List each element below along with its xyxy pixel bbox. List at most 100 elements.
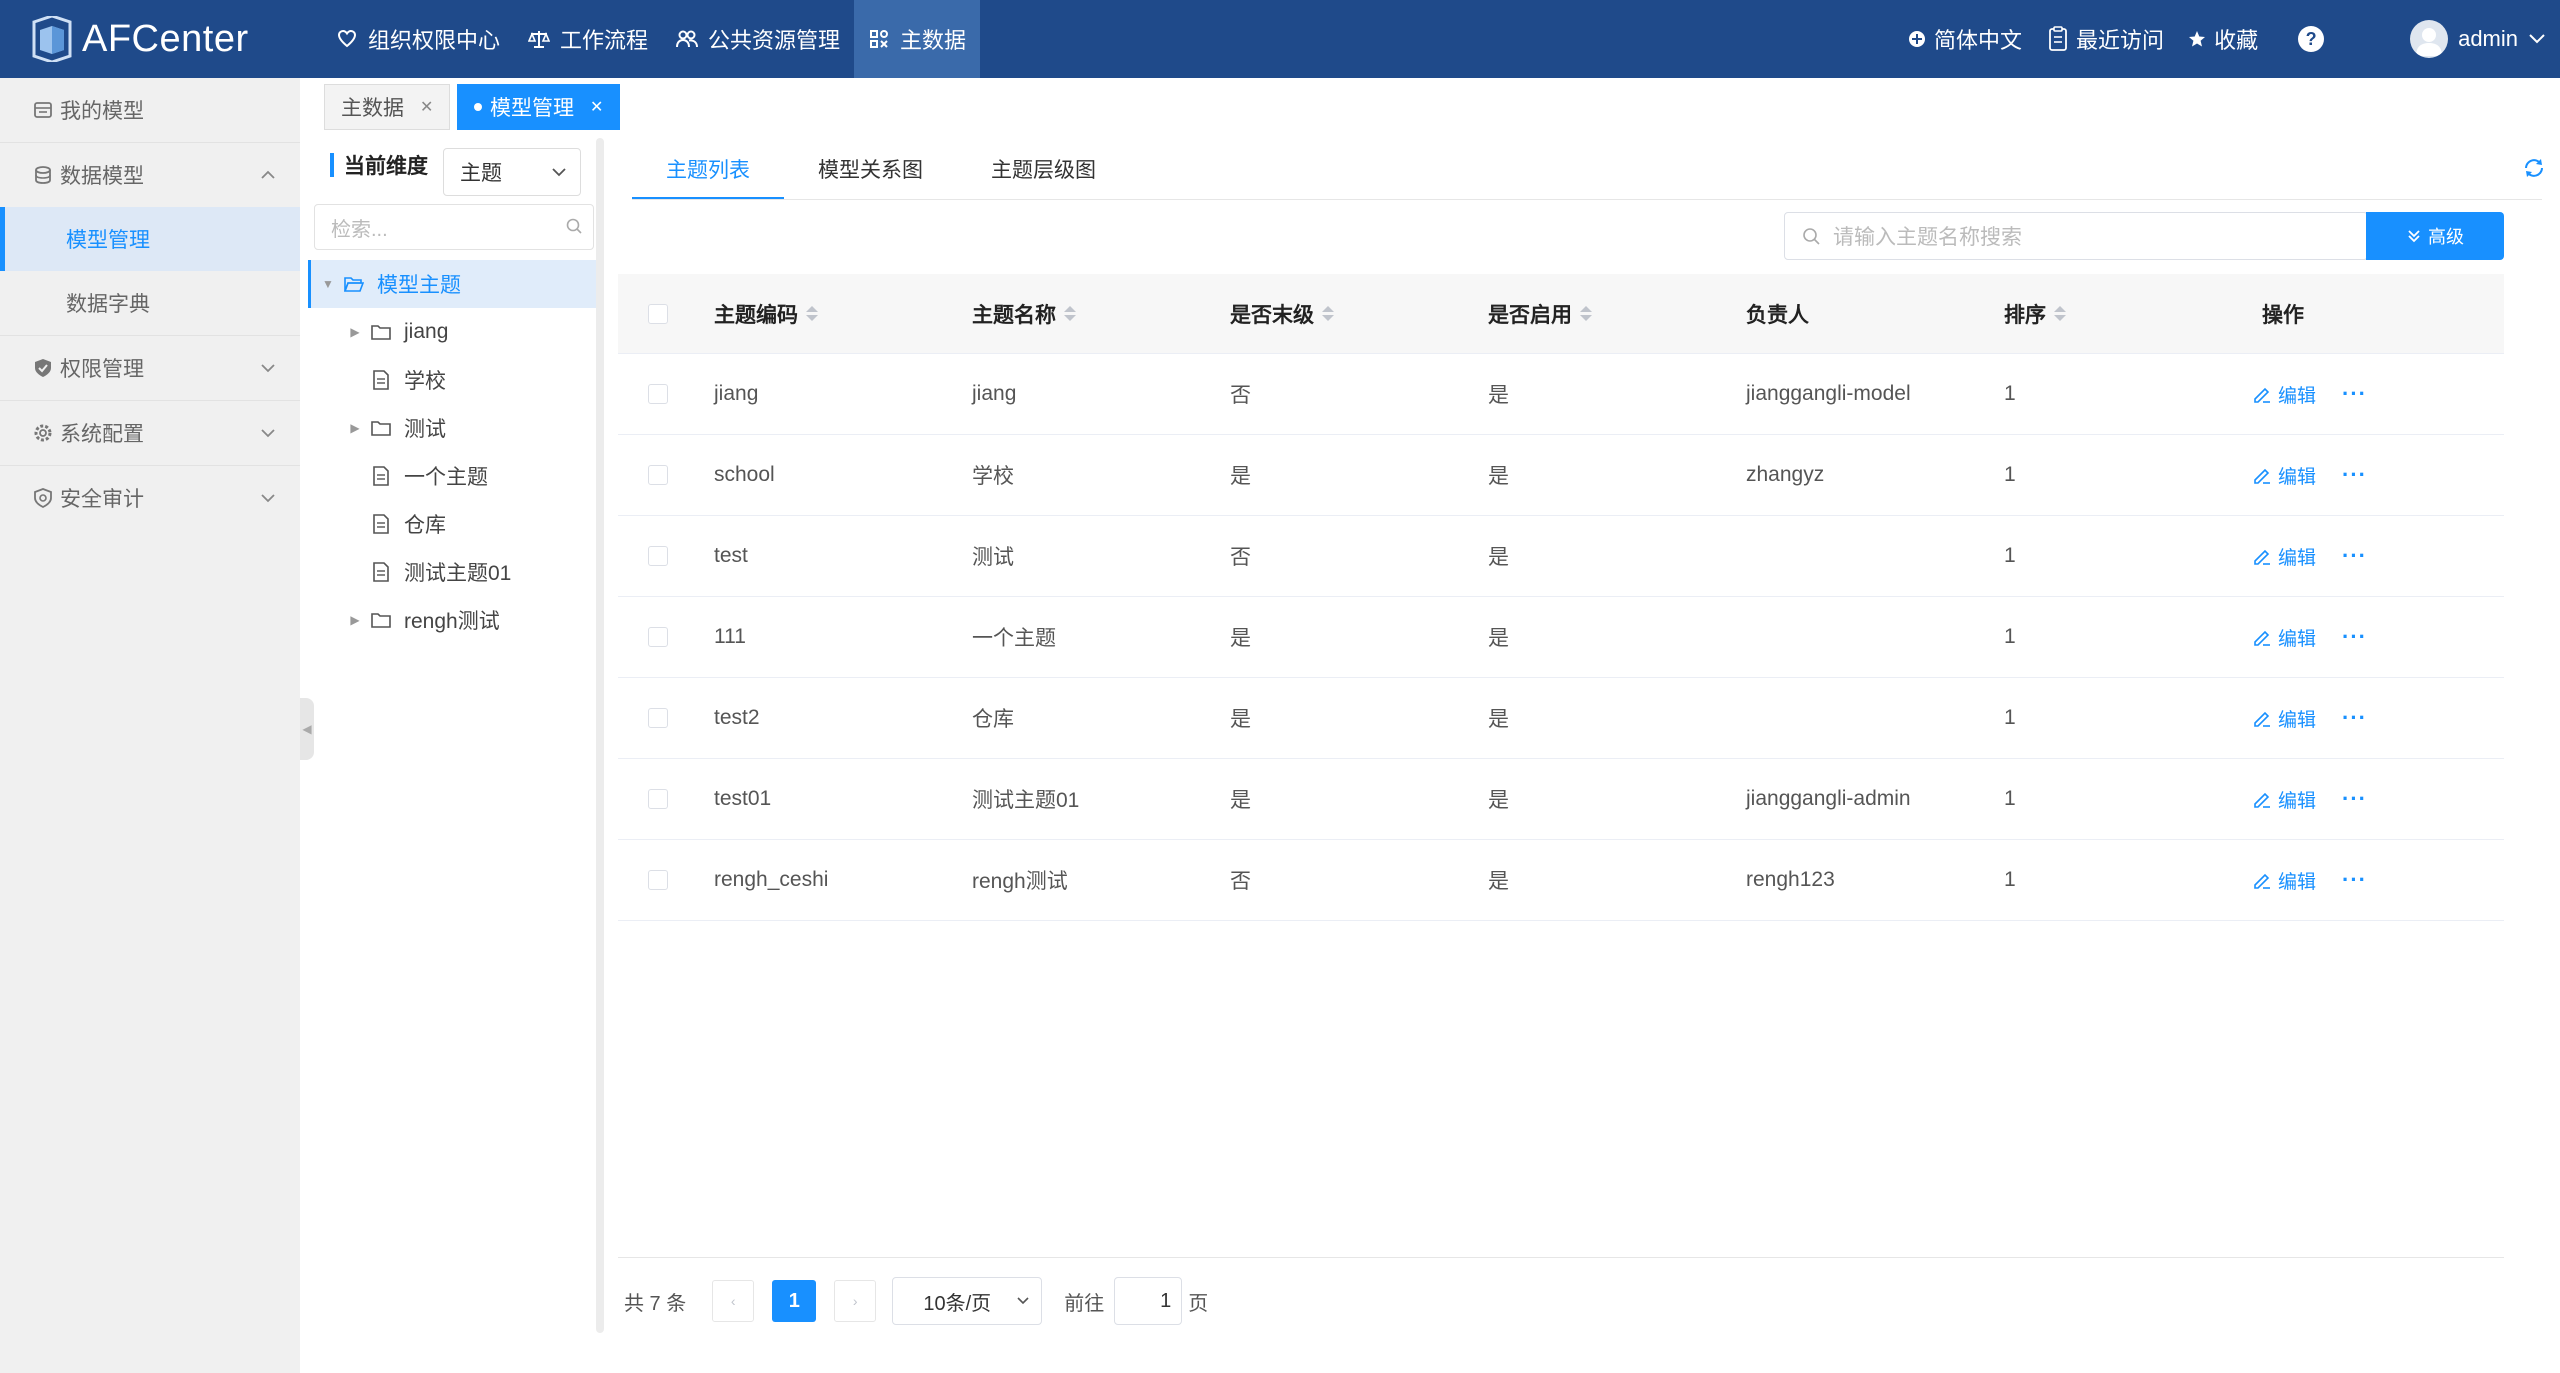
column-header-order[interactable]: 排序: [2004, 274, 2066, 353]
more-actions-button[interactable]: ···: [2342, 705, 2367, 731]
tree-node[interactable]: 测试主题01: [308, 548, 598, 596]
table-row[interactable]: rengh_ceshi rengh测试 否 是 rengh123 1 编辑 ···: [618, 840, 2504, 921]
tree-node[interactable]: 仓库: [308, 500, 598, 548]
column-header-name[interactable]: 主题名称: [972, 274, 1076, 353]
more-actions-button[interactable]: ···: [2342, 462, 2367, 488]
row-checkbox[interactable]: [648, 627, 668, 647]
topnav-public-resources[interactable]: 公共资源管理: [662, 0, 854, 78]
more-actions-button[interactable]: ···: [2342, 786, 2367, 812]
sidebar-item-permission-management[interactable]: 权限管理: [0, 336, 300, 400]
row-checkbox[interactable]: [648, 384, 668, 404]
more-actions-button[interactable]: ···: [2342, 543, 2367, 569]
title-marker: [330, 153, 334, 177]
topnav-master-data[interactable]: 主数据: [854, 0, 981, 78]
sidebar-item-data-models[interactable]: 数据模型: [0, 143, 300, 207]
tree-node[interactable]: 学校: [308, 356, 598, 404]
caret-right-icon[interactable]: ▶: [346, 325, 364, 339]
edit-button[interactable]: 编辑: [2252, 543, 2316, 570]
sidebar-item-model-management[interactable]: 模型管理: [0, 207, 300, 271]
tree-node[interactable]: ▶ rengh测试: [308, 596, 598, 644]
table-row[interactable]: test 测试 否 是 1 编辑 ···: [618, 516, 2504, 597]
tree-node[interactable]: 一个主题: [308, 452, 598, 500]
tab-model-management[interactable]: 模型管理 ✕: [457, 84, 621, 130]
sidebar-item-my-models[interactable]: 我的模型: [0, 78, 300, 142]
advanced-search-button[interactable]: 高级: [2366, 212, 2504, 260]
column-header-is-leaf[interactable]: 是否末级: [1230, 274, 1334, 353]
caret-right-icon[interactable]: ▶: [346, 613, 364, 627]
sort-icon[interactable]: [1064, 306, 1076, 321]
row-checkbox[interactable]: [648, 789, 668, 809]
topnav-org-permission[interactable]: 组织权限中心: [322, 0, 514, 78]
refresh-icon[interactable]: [2522, 156, 2546, 180]
tab-master-data[interactable]: 主数据 ✕: [324, 84, 451, 130]
tab-theme-list[interactable]: 主题列表: [632, 138, 784, 200]
language-switch[interactable]: 简体中文: [1908, 23, 2022, 55]
row-checkbox[interactable]: [648, 546, 668, 566]
tab-model-relation[interactable]: 模型关系图: [784, 138, 957, 200]
dimension-select[interactable]: 主题: [443, 148, 581, 196]
more-actions-button[interactable]: ···: [2342, 624, 2367, 650]
sort-icon[interactable]: [1580, 306, 1592, 321]
recent-visits[interactable]: 最近访问: [2048, 23, 2164, 55]
theme-search-input[interactable]: 请输入主题名称搜索: [1784, 212, 2368, 260]
table-row[interactable]: 111 一个主题 是 是 1 编辑 ···: [618, 597, 2504, 678]
collapse-sidebar-handle[interactable]: ◀: [300, 698, 314, 760]
close-icon[interactable]: ✕: [420, 97, 433, 117]
row-checkbox[interactable]: [648, 870, 668, 890]
sidebar-item-security-audit[interactable]: 安全审计: [0, 466, 300, 530]
sort-icon[interactable]: [806, 306, 818, 321]
advanced-label: 高级: [2428, 227, 2464, 247]
next-page-button[interactable]: ›: [834, 1280, 877, 1322]
edit-button[interactable]: 编辑: [2252, 462, 2316, 489]
table-row[interactable]: jiang jiang 否 是 jianggangli-model 1 编辑 ···: [618, 354, 2504, 435]
topnav-label: 主数据: [900, 28, 967, 53]
tree-node[interactable]: ▶ 测试: [308, 404, 598, 452]
column-header-enabled[interactable]: 是否启用: [1488, 274, 1592, 353]
sidebar-item-data-dictionary[interactable]: 数据字典: [0, 271, 300, 335]
cell-enabled: 是: [1488, 627, 1509, 650]
goto-page-input[interactable]: 1: [1114, 1277, 1183, 1325]
edit-button[interactable]: 编辑: [2252, 786, 2316, 813]
column-header-code[interactable]: 主题编码: [714, 274, 818, 353]
edit-button[interactable]: 编辑: [2252, 705, 2316, 732]
tree-scrollbar[interactable]: [596, 138, 604, 1333]
sidebar-item-system-config[interactable]: 系统配置: [0, 401, 300, 465]
table-row[interactable]: school 学校 是 是 zhangyz 1 编辑 ···: [618, 435, 2504, 516]
table-row[interactable]: test2 仓库 是 是 1 编辑 ···: [618, 678, 2504, 759]
page-1-button[interactable]: 1: [772, 1280, 817, 1322]
sidebar-subitem-label: 数据字典: [66, 293, 150, 316]
sidebar-item-label: 系统配置: [60, 423, 144, 446]
file-icon: [370, 465, 392, 487]
edit-button[interactable]: 编辑: [2252, 624, 2316, 651]
more-actions-button[interactable]: ···: [2342, 867, 2367, 893]
file-icon: [370, 369, 392, 391]
tree-node[interactable]: ▶ jiang: [308, 308, 598, 356]
topnav-workflow[interactable]: 工作流程: [514, 0, 662, 78]
row-checkbox[interactable]: [648, 465, 668, 485]
caret-right-icon[interactable]: ▶: [346, 421, 364, 435]
more-actions-button[interactable]: ···: [2342, 381, 2367, 407]
view-tabs: 主题列表 模型关系图 主题层级图: [632, 138, 1130, 200]
sort-icon[interactable]: [2054, 306, 2066, 321]
user-menu[interactable]: admin: [2410, 20, 2546, 58]
close-icon[interactable]: ✕: [590, 97, 603, 117]
tree-search-input[interactable]: 检索...: [314, 204, 594, 250]
sort-icon[interactable]: [1322, 306, 1334, 321]
favorites[interactable]: 收藏: [2188, 23, 2258, 55]
cell-code: school: [714, 463, 775, 486]
top-right-tools: 简体中文 最近访问 收藏 ? admin: [1908, 0, 2560, 78]
cell-actions: 编辑 ···: [2252, 435, 2367, 515]
select-all-checkbox[interactable]: [648, 303, 668, 324]
page-size-select[interactable]: 10条/页: [892, 1277, 1043, 1325]
caret-down-icon[interactable]: ▼: [319, 277, 337, 291]
prev-page-button[interactable]: ‹: [712, 1280, 755, 1322]
table-row[interactable]: test01 测试主题01 是 是 jianggangli-admin 1 编辑 ···: [618, 759, 2504, 840]
pencil-icon: [2252, 708, 2272, 728]
app-logo[interactable]: AFCenter: [30, 14, 249, 64]
tab-theme-hierarchy[interactable]: 主题层级图: [957, 138, 1130, 200]
edit-button[interactable]: 编辑: [2252, 381, 2316, 408]
tree-node-root[interactable]: ▼ 模型主题: [308, 260, 598, 308]
row-checkbox[interactable]: [648, 708, 668, 728]
help-button[interactable]: ?: [2298, 26, 2325, 52]
edit-button[interactable]: 编辑: [2252, 867, 2316, 894]
